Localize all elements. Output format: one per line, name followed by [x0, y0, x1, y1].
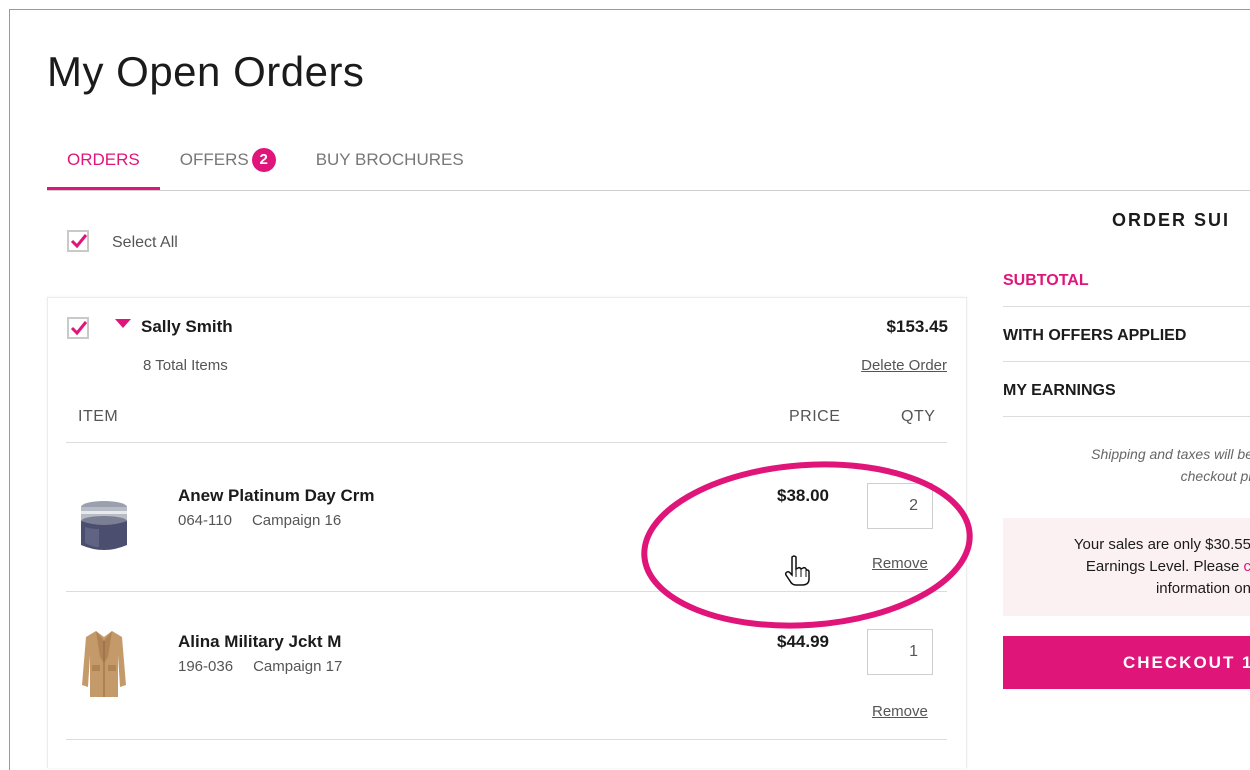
- product-price: $44.99: [777, 632, 829, 652]
- sales-notice-line: Earnings Level. Please c: [1003, 556, 1250, 578]
- my-earnings-label: MY EARNINGS: [1003, 382, 1250, 400]
- product-meta: 196-036 Campaign 17: [178, 658, 342, 675]
- order-checkbox[interactable]: [67, 317, 89, 339]
- item-divider: [66, 591, 947, 592]
- subtotal-label: SUBTOTAL: [1003, 272, 1250, 290]
- sales-notice-line: information on: [1003, 578, 1250, 600]
- product-code: 196-036: [178, 658, 233, 675]
- shipping-note: Shipping and taxes will be checkout pr: [1003, 443, 1250, 487]
- column-header-qty: QTY: [901, 408, 935, 426]
- summary-divider: [1003, 416, 1250, 417]
- order-total: $153.45: [887, 317, 948, 337]
- remove-item-link[interactable]: Remove: [872, 703, 928, 720]
- product-campaign: Campaign 16: [252, 512, 341, 529]
- tab-offers[interactable]: OFFERS2: [160, 150, 296, 188]
- tab-buy-brochures[interactable]: BUY BROCHURES: [296, 150, 484, 188]
- product-campaign: Campaign 17: [253, 658, 342, 675]
- product-price: $38.00: [777, 486, 829, 506]
- checkmark-icon: [70, 319, 88, 337]
- order-summary-title: ORDER SUI: [1112, 210, 1230, 231]
- select-all-label: Select All: [112, 234, 178, 252]
- product-name: Anew Platinum Day Crm: [178, 486, 375, 506]
- tab-bar: ORDERS OFFERS2 BUY BROCHURES: [47, 150, 484, 190]
- collapse-caret-icon[interactable]: [115, 319, 131, 328]
- offers-count-badge: 2: [252, 148, 276, 172]
- tabs-divider: [47, 190, 1250, 191]
- checkout-button[interactable]: CHECKOUT 1 C: [1003, 636, 1250, 689]
- offers-applied-label: WITH OFFERS APPLIED: [1003, 327, 1250, 345]
- quantity-input[interactable]: [867, 629, 933, 675]
- hand-cursor-icon: [783, 555, 811, 587]
- tab-orders[interactable]: ORDERS: [47, 150, 160, 190]
- total-items-count: 8 Total Items: [143, 357, 228, 374]
- delete-order-link[interactable]: Delete Order: [861, 357, 947, 374]
- sales-notice-text: Your sales are only $30.55 Earnings Leve…: [1003, 534, 1250, 600]
- summary-divider: [1003, 306, 1250, 307]
- customer-name: Sally Smith: [141, 317, 233, 337]
- item-divider: [66, 739, 947, 740]
- tab-offers-label: OFFERS: [180, 150, 249, 170]
- shipping-note-line: Shipping and taxes will be: [1003, 443, 1250, 465]
- sales-notice-line: Your sales are only $30.55: [1003, 534, 1250, 556]
- select-all-checkbox[interactable]: [67, 230, 89, 252]
- quantity-input[interactable]: [867, 483, 933, 529]
- product-meta: 064-110 Campaign 16: [178, 512, 341, 529]
- product-code: 064-110: [178, 512, 232, 529]
- product-name: Alina Military Jckt M: [178, 632, 341, 652]
- column-header-item: ITEM: [78, 408, 118, 426]
- page-title: My Open Orders: [47, 48, 364, 96]
- cream-jar-icon: [77, 497, 131, 557]
- checkmark-icon: [70, 232, 88, 250]
- tab-buy-brochures-label: BUY BROCHURES: [316, 150, 464, 170]
- header-divider: [66, 442, 947, 443]
- sales-notice-text-part: Earnings Level. Please: [1086, 558, 1244, 575]
- column-header-price: PRICE: [789, 408, 840, 426]
- shipping-note-line: checkout pr: [1003, 465, 1250, 487]
- jacket-icon: [80, 627, 128, 699]
- tab-orders-label: ORDERS: [67, 150, 140, 170]
- summary-divider: [1003, 361, 1250, 362]
- remove-item-link[interactable]: Remove: [872, 555, 928, 572]
